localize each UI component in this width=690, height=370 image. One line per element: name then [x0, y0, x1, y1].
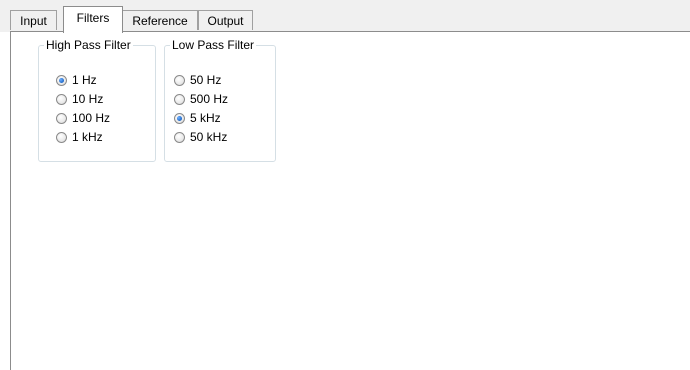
- high-pass-filter-group: High Pass Filter 1 Hz 10 Hz 100 Hz 1 kHz: [38, 38, 156, 162]
- tab-filters[interactable]: Filters: [63, 6, 123, 33]
- radio-button-icon: [174, 112, 185, 124]
- radio-lp-50khz[interactable]: 50 kHz: [174, 129, 227, 145]
- radio-label: 5 kHz: [190, 111, 221, 125]
- radio-label: 1 Hz: [72, 73, 97, 87]
- radio-label: 500 Hz: [190, 92, 229, 106]
- radio-button-icon: [56, 131, 67, 143]
- radio-button-icon: [174, 131, 185, 143]
- filters-tab-panel: High Pass Filter 1 Hz 10 Hz 100 Hz 1 kHz…: [10, 31, 690, 370]
- radio-label: 50 Hz: [190, 73, 222, 87]
- high-pass-filter-title: High Pass Filter: [44, 38, 133, 52]
- radio-label: 100 Hz: [72, 111, 111, 125]
- radio-hp-1khz[interactable]: 1 kHz: [56, 129, 103, 145]
- radio-button-icon: [56, 112, 67, 124]
- radio-button-icon: [56, 93, 67, 105]
- radio-hp-10hz[interactable]: 10 Hz: [56, 91, 103, 107]
- radio-lp-50hz[interactable]: 50 Hz: [174, 72, 221, 88]
- radio-label: 50 kHz: [190, 130, 228, 144]
- radio-button-icon: [174, 74, 185, 86]
- tab-input[interactable]: Input: [10, 10, 57, 30]
- tab-output[interactable]: Output: [198, 10, 253, 30]
- radio-lp-5khz[interactable]: 5 kHz: [174, 110, 221, 126]
- radio-label: 1 kHz: [72, 130, 103, 144]
- radio-hp-1hz[interactable]: 1 Hz: [56, 72, 97, 88]
- filter-settings-window: Input Filters Reference Output High Pass…: [0, 0, 690, 370]
- tab-reference[interactable]: Reference: [122, 10, 198, 30]
- radio-lp-500hz[interactable]: 500 Hz: [174, 91, 228, 107]
- radio-label: 10 Hz: [72, 92, 104, 106]
- radio-button-icon: [174, 93, 185, 105]
- radio-hp-100hz[interactable]: 100 Hz: [56, 110, 110, 126]
- tab-strip: Input Filters Reference Output: [0, 0, 690, 33]
- radio-button-icon: [56, 74, 67, 86]
- low-pass-filter-group: Low Pass Filter 50 Hz 500 Hz 5 kHz 50 kH…: [164, 38, 276, 162]
- low-pass-filter-title: Low Pass Filter: [170, 38, 257, 52]
